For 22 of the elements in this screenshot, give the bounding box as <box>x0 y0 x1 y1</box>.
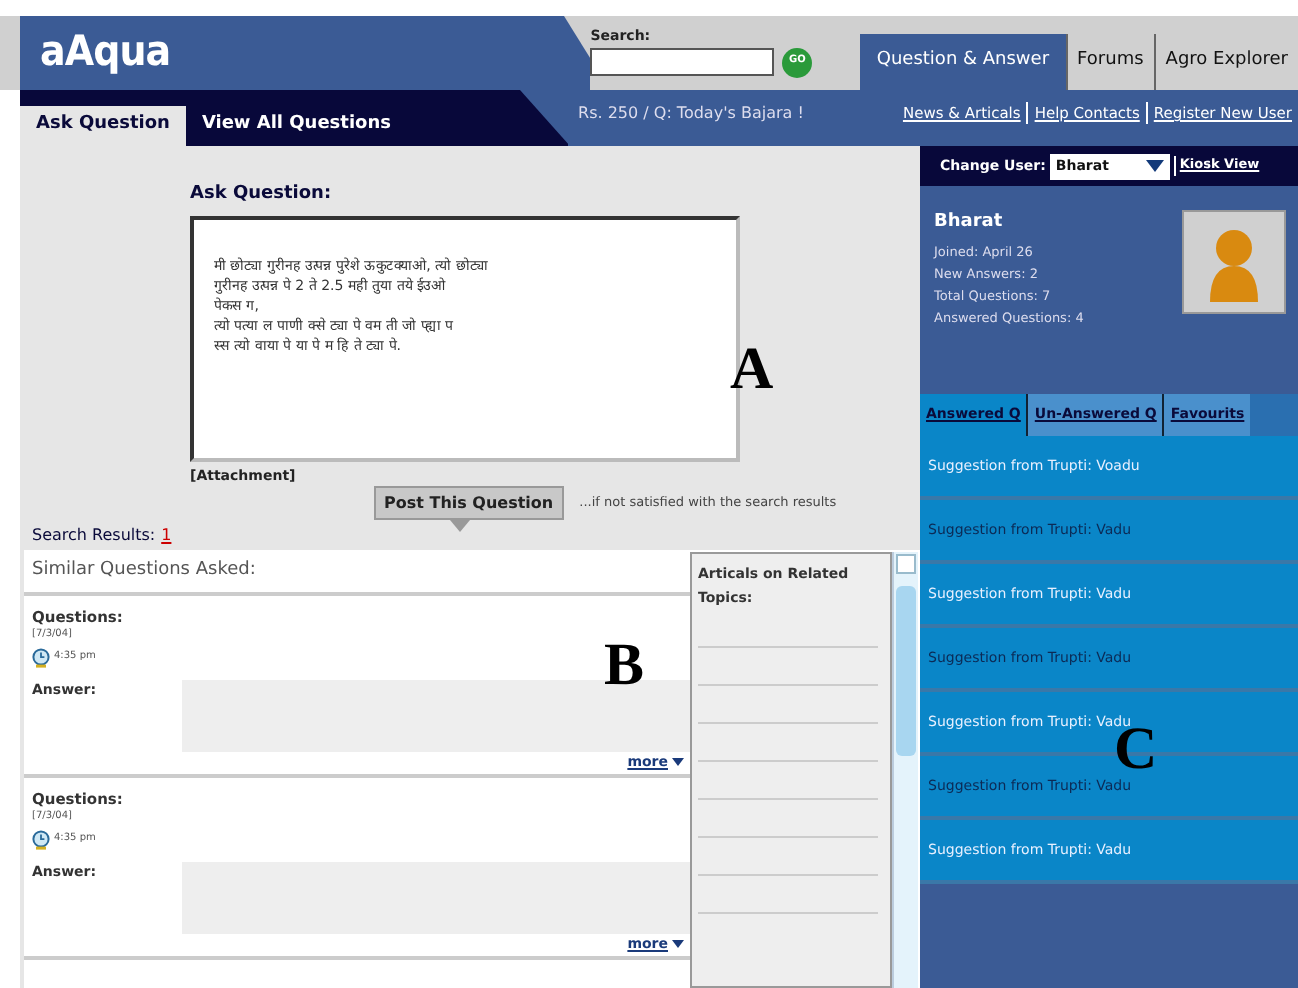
down-arrow-icon <box>450 520 470 532</box>
dropdown-caret-icon <box>1145 160 1164 172</box>
scrollbar[interactable] <box>892 552 918 988</box>
ask-title: Ask Question: <box>190 182 334 208</box>
section-tab[interactable]: Ask Question <box>20 106 186 146</box>
ticker-text: Rs. 250 / Q: Today's Bajara ! <box>576 102 806 126</box>
search-field[interactable] <box>590 48 775 76</box>
search-results-label: Search Results: <box>32 523 156 547</box>
scroll-thumb[interactable] <box>896 586 916 756</box>
caret-icon <box>672 940 684 948</box>
caret-icon <box>672 758 684 767</box>
profile-name: Bharat <box>934 210 1005 236</box>
figure-label: B <box>604 636 645 696</box>
avatar-icon <box>1182 210 1286 314</box>
post-question-button[interactable]: Post This Question <box>374 486 564 520</box>
site-logo[interactable]: aAqua <box>40 21 171 85</box>
clock-icon <box>32 647 50 668</box>
clock-icon <box>32 829 50 849</box>
results-count-link[interactable]: 1 <box>161 523 172 547</box>
section-tab[interactable]: View All Questions <box>185 106 408 146</box>
similar-title: Similar Questions Asked: <box>24 552 690 596</box>
nav-tab[interactable]: Question & Answer <box>860 34 1066 90</box>
